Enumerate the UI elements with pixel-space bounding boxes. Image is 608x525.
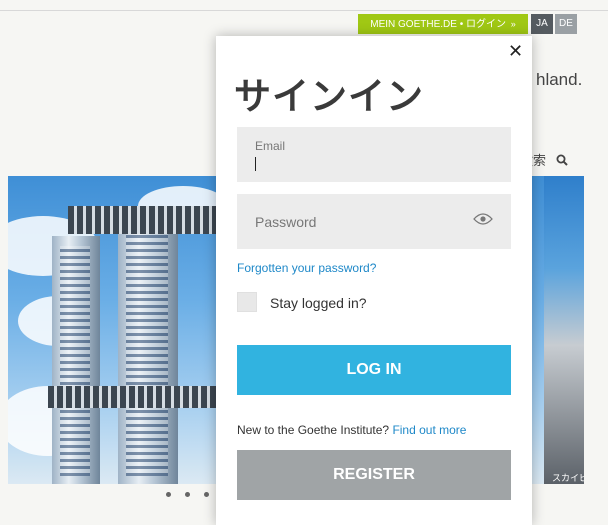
stay-logged-in-label: Stay logged in?	[270, 295, 367, 311]
chevron-down-icon: »	[510, 19, 516, 29]
new-user-text: New to the Goethe Institute? Find out mo…	[237, 423, 466, 437]
password-field[interactable]: Password	[237, 194, 511, 249]
text-cursor	[255, 157, 256, 171]
hero-caption: スカイビル	[552, 473, 584, 483]
mein-goethe-label: MEIN GOETHE.DE • ログイン	[370, 19, 506, 30]
search-icon[interactable]	[556, 154, 568, 166]
carousel-dot[interactable]	[166, 492, 171, 497]
forgot-password-link[interactable]: Forgotten your password?	[237, 261, 376, 275]
carousel-dots	[166, 492, 223, 497]
email-field[interactable]: Email	[237, 127, 511, 182]
find-out-more-link[interactable]: Find out more	[392, 423, 466, 437]
close-icon[interactable]: ✕	[508, 42, 523, 60]
new-user-label: New to the Goethe Institute?	[237, 423, 390, 437]
site-tagline: hland.	[536, 70, 583, 89]
language-ja-button[interactable]: JA	[531, 14, 553, 34]
modal-title: サインイン	[234, 76, 424, 117]
top-bar: MEIN GOETHE.DE • ログイン » JA DE	[358, 14, 577, 34]
login-button[interactable]: LOG IN	[237, 345, 511, 395]
language-de-button[interactable]: DE	[555, 14, 577, 34]
register-button[interactable]: REGISTER	[237, 450, 511, 500]
email-label: Email	[255, 139, 286, 153]
top-divider	[0, 10, 608, 11]
sign-in-modal: ✕ サインイン Email Password Forgotten your pa…	[216, 36, 532, 525]
hero-right-building	[544, 176, 584, 484]
eye-icon[interactable]	[473, 212, 493, 226]
mein-goethe-login-button[interactable]: MEIN GOETHE.DE • ログイン »	[358, 14, 528, 34]
stay-logged-in-checkbox[interactable]	[237, 292, 257, 312]
carousel-dot[interactable]	[204, 492, 209, 497]
password-placeholder: Password	[255, 214, 317, 230]
carousel-dot[interactable]	[185, 492, 190, 497]
